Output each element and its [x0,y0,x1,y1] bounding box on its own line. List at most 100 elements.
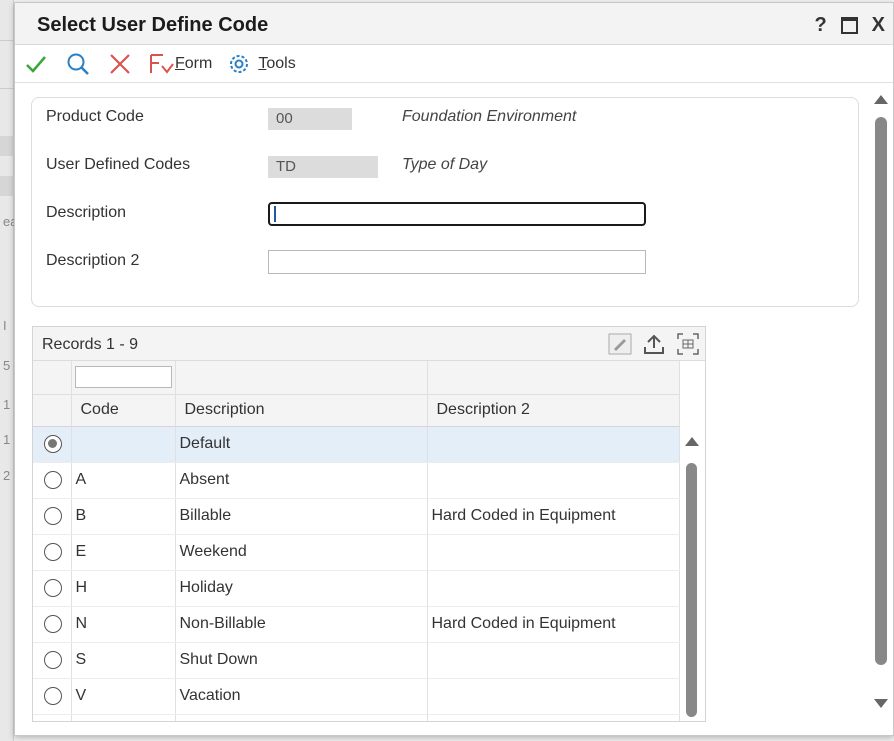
grid-format-button[interactable] [675,331,701,357]
scroll-down-arrow-icon[interactable] [874,699,888,708]
cell-description2 [427,462,680,499]
product-code-label: Product Code [46,108,144,125]
column-header-code[interactable]: Code [71,394,176,427]
records-count: Records 1 - 9 [42,336,139,353]
window-controls: ? X [814,15,885,35]
checkmark-icon [26,55,46,73]
close-button[interactable]: X [872,15,885,35]
cell-code: B [71,498,176,535]
grid-scrollbar[interactable] [681,427,703,719]
bg-fragment: ea [3,214,18,229]
text-caret [274,206,276,222]
grid-table: Code Description Description 2 Default A… [33,361,680,721]
udc-label: User Defined Codes [46,156,191,173]
grid-header: Records 1 - 9 [33,327,705,361]
cell-description: Weekend [175,534,428,571]
edit-icon [608,333,632,355]
product-code-value: 00 [268,108,352,130]
description2-label: Description 2 [46,252,140,269]
row-select-radio[interactable] [44,507,62,525]
toolbar: Form Tools [15,45,893,83]
maximize-icon [840,16,858,34]
description2-input[interactable] [268,250,646,274]
cell-description2: Hard Coded in Equipment [427,498,680,535]
table-row[interactable]: N Non-Billable Hard Coded in Equipment [33,606,680,643]
close-icon [110,53,130,74]
cell-description: Absent [175,462,428,499]
table-row[interactable]: H Holiday [33,570,680,607]
table-row[interactable]: B Billable Hard Coded in Equipment [33,498,680,535]
grid-scroll-thumb[interactable] [686,463,697,717]
dialog-scroll-thumb[interactable] [875,117,887,665]
row-select-radio[interactable] [44,435,62,453]
cell-description: Non-Billable [175,606,428,643]
edit-grid-button[interactable] [607,331,633,357]
cancel-button[interactable] [105,49,135,79]
cell-description2 [427,678,680,715]
qbe-description-cell[interactable] [175,361,428,395]
bg-divider [0,88,14,89]
select-column-header [33,394,72,427]
table-row[interactable]: E Weekend [33,534,680,571]
cell-code: S [71,642,176,679]
cell-description2 [427,642,680,679]
cell-description: Shut Down [175,642,428,679]
export-button[interactable] [641,331,667,357]
tools-menu-label: Tools [258,54,296,72]
cell-code: V [71,678,176,715]
select-udc-dialog: Select User Define Code ? X Form Tools P… [14,2,894,736]
table-row[interactable]: A Absent [33,462,680,499]
help-button[interactable]: ? [814,15,826,35]
column-header-row: Code Description Description 2 [33,394,680,427]
udc-description: Type of Day [402,156,488,173]
udc-value: TD [268,156,378,178]
bg-fragment: 2 [3,468,11,483]
cell-description: Billable [175,498,428,535]
form-menu[interactable]: Form [147,52,212,76]
bg-fragment: I [3,318,7,333]
cell-description2 [427,534,680,571]
form-icon [150,53,174,74]
cell-description2 [427,570,680,607]
cell-code: H [71,570,176,607]
column-header-description[interactable]: Description [175,394,428,427]
table-row[interactable]: S Shut Down [33,642,680,679]
column-header-description2[interactable]: Description 2 [427,394,680,427]
row-select-radio[interactable] [44,687,62,705]
scroll-up-arrow-icon[interactable] [874,95,888,104]
scroll-up-arrow-icon[interactable] [685,437,699,446]
row-select-radio[interactable] [44,615,62,633]
cell-code: N [71,606,176,643]
bg-bar [0,136,14,156]
bg-fragment: 1 [3,432,11,447]
bg-fragment: 5 [3,358,11,373]
dialog-titlebar: Select User Define Code ? X [15,3,893,45]
dialog-scrollbar[interactable] [871,91,891,721]
find-button[interactable] [63,49,93,79]
bg-bar [0,176,14,196]
qbe-code-input[interactable] [74,366,172,389]
row-select-radio[interactable] [44,579,62,597]
table-row[interactable]: Default [33,426,680,463]
form-menu-label: Form [175,54,213,72]
cell-code: A [71,462,176,499]
product-code-description: Foundation Environment [402,108,577,125]
qbe-code-cell [71,361,176,395]
grid-tools [607,331,701,357]
bg-divider [0,40,14,41]
select-button[interactable] [21,49,51,79]
row-select-radio[interactable] [44,543,62,561]
cell-description: Vacation [175,678,428,715]
cell-code [71,426,176,463]
description-input[interactable] [268,202,646,226]
qbe-description2-cell[interactable] [427,361,680,395]
background-app: ea I 5 1 1 2 [0,0,18,741]
tools-menu[interactable]: Tools [226,51,296,77]
description-label: Description [46,204,127,221]
table-row[interactable]: V Vacation [33,678,680,715]
table-row-partial [33,714,680,721]
maximize-button[interactable] [840,16,858,34]
cell-description2: Hard Coded in Equipment [427,606,680,643]
row-select-radio[interactable] [44,651,62,669]
row-select-radio[interactable] [44,471,62,489]
